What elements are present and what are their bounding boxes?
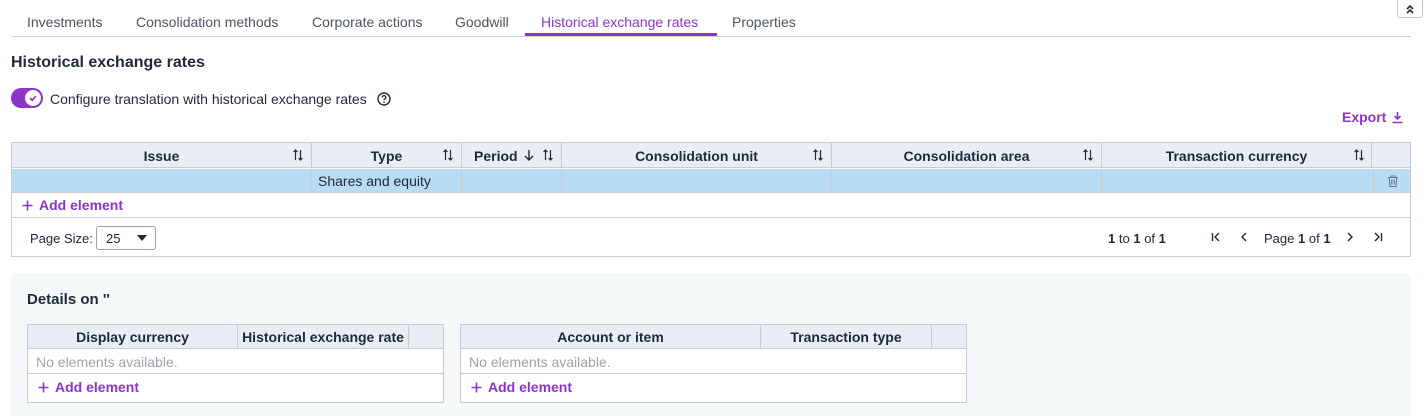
- tab-corporate-actions[interactable]: Corporate actions: [312, 14, 423, 30]
- column-header-period[interactable]: Period: [462, 143, 562, 168]
- row-range-summary: 1 to 1 of 1: [1108, 231, 1166, 246]
- export-label: Export: [1342, 109, 1387, 125]
- tab-goodwill[interactable]: Goodwill: [455, 14, 509, 30]
- page-size-select[interactable]: 25: [96, 226, 156, 250]
- add-element-label: Add element: [488, 379, 573, 395]
- add-element-button[interactable]: Add element: [471, 379, 572, 395]
- display-currency-grid: Display currency Historical exchange rat…: [27, 324, 444, 403]
- historical-rates-grid: Issue Type Period Consolidation unit Con…: [11, 142, 1411, 257]
- tab-bar: Investments Consolidation methods Corpor…: [11, 0, 1411, 37]
- cell-type[interactable]: Shares and equity: [312, 169, 462, 193]
- historical-rates-toggle[interactable]: [11, 88, 43, 108]
- previous-page-icon[interactable]: [1238, 231, 1250, 243]
- add-element-button[interactable]: Add element: [38, 379, 139, 395]
- tab-properties[interactable]: Properties: [732, 14, 796, 30]
- sort-icon[interactable]: [1353, 149, 1365, 161]
- active-tab-indicator: [525, 33, 717, 36]
- add-element-label: Add element: [39, 197, 124, 213]
- tab-consolidation-methods[interactable]: Consolidation methods: [136, 14, 278, 30]
- sort-icon[interactable]: [812, 149, 824, 161]
- column-header-historical-exchange-rate[interactable]: Historical exchange rate: [238, 325, 409, 348]
- empty-message: No elements available.: [469, 354, 611, 370]
- export-button[interactable]: Export: [1342, 109, 1404, 125]
- column-header-display-currency[interactable]: Display currency: [28, 325, 238, 348]
- column-label: Issue: [143, 147, 180, 164]
- sort-icon[interactable]: [542, 149, 554, 161]
- column-header-consolidation-area[interactable]: Consolidation area: [832, 143, 1102, 168]
- trash-icon[interactable]: [1386, 174, 1400, 188]
- grid-header: Account or item Transaction type: [461, 325, 966, 349]
- page-title: Historical exchange rates: [11, 54, 205, 71]
- empty-message: No elements available.: [36, 354, 178, 370]
- download-icon: [1392, 111, 1403, 123]
- cell-consolidation-area[interactable]: [832, 169, 1102, 193]
- sort-icon[interactable]: [292, 149, 304, 161]
- add-element-button[interactable]: Add element: [22, 197, 123, 213]
- details-title: Details on '': [27, 291, 110, 308]
- plus-icon: [22, 200, 33, 210]
- column-header-consolidation-unit[interactable]: Consolidation unit: [562, 143, 832, 168]
- sort-descending-icon: [524, 150, 534, 161]
- tab-historical-exchange-rates[interactable]: Historical exchange rates: [541, 14, 698, 30]
- cell-transaction-currency[interactable]: [1102, 169, 1374, 193]
- sort-icon[interactable]: [1082, 149, 1094, 161]
- grid-header: Issue Type Period Consolidation unit Con…: [12, 143, 1410, 168]
- plus-icon: [471, 382, 482, 392]
- sort-icon[interactable]: [442, 149, 454, 161]
- toggle-knob: [25, 90, 41, 106]
- help-icon[interactable]: [377, 92, 391, 106]
- page-size-label: Page Size:: [30, 231, 93, 246]
- pagination-bar: Page Size: 25 1 to 1 of 1 Page 1 of 1: [12, 217, 1410, 256]
- cell-issue[interactable]: [12, 169, 312, 193]
- add-element-label: Add element: [55, 379, 140, 395]
- check-icon: [29, 95, 37, 102]
- column-header-type[interactable]: Type: [312, 143, 462, 168]
- column-header-transaction-currency[interactable]: Transaction currency: [1102, 143, 1372, 168]
- cell-period[interactable]: [462, 169, 562, 193]
- tab-investments[interactable]: Investments: [27, 14, 102, 30]
- next-page-icon[interactable]: [1344, 231, 1356, 243]
- caret-down-icon: [137, 235, 147, 241]
- page-indicator: Page 1 of 1: [1264, 231, 1331, 246]
- plus-icon: [38, 382, 49, 392]
- collapse-button[interactable]: [1397, 0, 1423, 18]
- cell-consolidation-unit[interactable]: [562, 169, 832, 193]
- page-size-value: 25: [106, 230, 121, 246]
- column-label: Period: [474, 147, 518, 164]
- divider: [461, 373, 966, 374]
- column-label: Consolidation area: [903, 147, 1030, 164]
- column-header-transaction-type[interactable]: Transaction type: [761, 325, 932, 348]
- divider: [28, 373, 443, 374]
- column-label: Type: [370, 147, 403, 164]
- double-chevron-up-icon: [1406, 4, 1414, 14]
- grid-header: Display currency Historical exchange rat…: [28, 325, 443, 349]
- toggle-label: Configure translation with historical ex…: [50, 91, 367, 107]
- first-page-icon[interactable]: [1210, 231, 1222, 243]
- account-item-grid: Account or item Transaction type No elem…: [460, 324, 967, 403]
- details-panel: Details on '' Display currency Historica…: [11, 273, 1411, 416]
- column-header-account-or-item[interactable]: Account or item: [461, 325, 761, 348]
- column-header-issue[interactable]: Issue: [12, 143, 312, 168]
- column-label: Transaction currency: [1165, 147, 1308, 164]
- last-page-icon[interactable]: [1372, 231, 1384, 243]
- column-label: Consolidation unit: [635, 147, 758, 164]
- table-row[interactable]: Shares and equity: [12, 169, 1410, 193]
